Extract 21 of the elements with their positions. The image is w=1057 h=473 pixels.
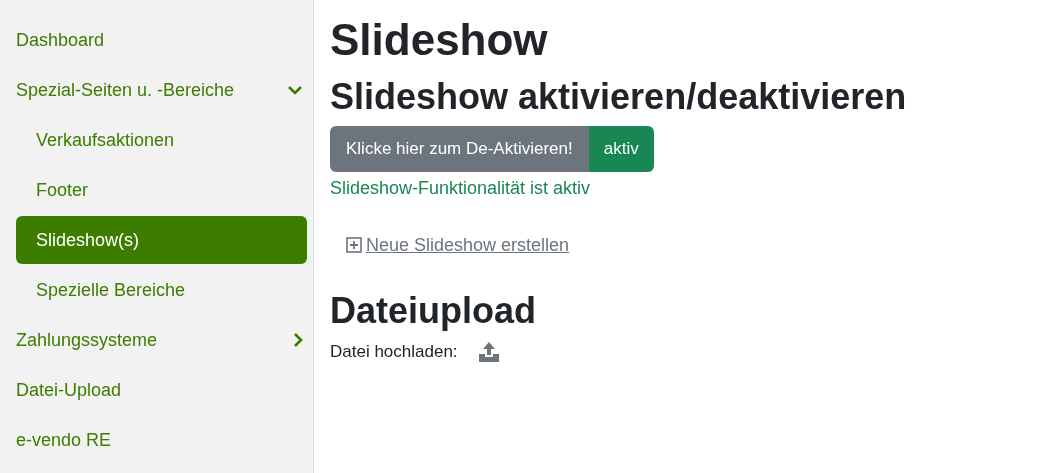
status-badge: aktiv — [588, 126, 654, 172]
upload-icon[interactable] — [477, 340, 500, 363]
plus-square-icon — [346, 237, 362, 254]
section-heading: Dateiupload — [330, 289, 537, 333]
upload-label: Datei hochladen: — [330, 341, 458, 362]
sidebar-item[interactable]: Spezielle Bereiche — [16, 266, 307, 314]
chevron-down-icon — [287, 85, 303, 95]
sidebar-item[interactable]: Zahlungssysteme — [16, 316, 307, 364]
sidebar-item[interactable]: Dashboard — [16, 16, 307, 64]
sidebar-item[interactable]: Footer — [16, 166, 307, 214]
page-title: Slideshow — [330, 14, 549, 66]
section-heading: Slideshow aktivieren/deaktivieren — [330, 74, 907, 118]
deactivate-button[interactable]: Klicke hier zum De-Aktivieren! — [330, 126, 589, 172]
status-message: Slideshow-Funktionalität ist aktiv — [330, 178, 592, 199]
new-slideshow-link[interactable]: Neue Slideshow erstellen — [346, 235, 570, 256]
sidebar-item[interactable]: e-vendo RE — [16, 416, 307, 464]
sidebar-item[interactable]: Verkaufsaktionen — [16, 116, 307, 164]
chevron-right-icon — [293, 332, 303, 348]
sidebar-item[interactable]: Datei-Upload — [16, 366, 307, 414]
sidebar-item[interactable]: Slideshow(s) — [16, 216, 307, 264]
sidebar-item[interactable]: Spezial-Seiten u. -Bereiche — [16, 66, 307, 114]
